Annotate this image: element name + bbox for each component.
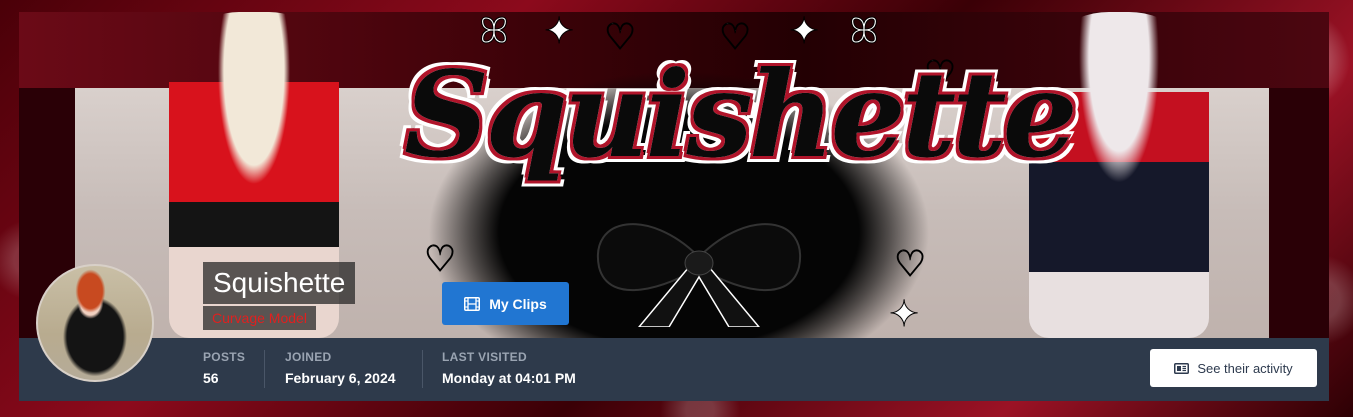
profile-info-bar: POSTS 56 JOINED February 6, 2024 LAST VI… (19, 338, 1329, 401)
newspaper-icon (1174, 362, 1190, 374)
stat-value: Monday at 04:01 PM (442, 370, 576, 386)
profile-username: Squishette (203, 262, 356, 304)
stat-value[interactable]: 56 (203, 370, 245, 386)
profile-user-title: Curvage Model (203, 306, 316, 330)
my-clips-label: My Clips (489, 295, 547, 312)
bow-icon (596, 223, 802, 327)
stat-label: LAST VISITED (442, 350, 527, 364)
stat-value: February 6, 2024 (285, 370, 396, 386)
see-activity-label: See their activity (1197, 360, 1293, 376)
stat-divider (422, 350, 423, 388)
stat-label: POSTS (203, 350, 246, 364)
heart-deco-icon: ♡ (423, 239, 457, 280)
avatar[interactable] (36, 264, 154, 382)
heart-deco-icon: ♡ (893, 244, 927, 285)
stat-label: JOINED (285, 350, 332, 364)
banner-logo: Squishette (404, 45, 1078, 184)
film-icon (464, 296, 481, 311)
stat-posts: POSTS 56 (203, 350, 245, 386)
stat-joined: JOINED February 6, 2024 (285, 350, 396, 386)
stat-last-visited: LAST VISITED Monday at 04:01 PM (442, 350, 576, 386)
see-activity-button[interactable]: See their activity (1150, 349, 1317, 387)
my-clips-button[interactable]: My Clips (442, 282, 569, 325)
sparkle-deco-icon: ✦ (888, 294, 920, 335)
stat-divider (264, 350, 265, 388)
